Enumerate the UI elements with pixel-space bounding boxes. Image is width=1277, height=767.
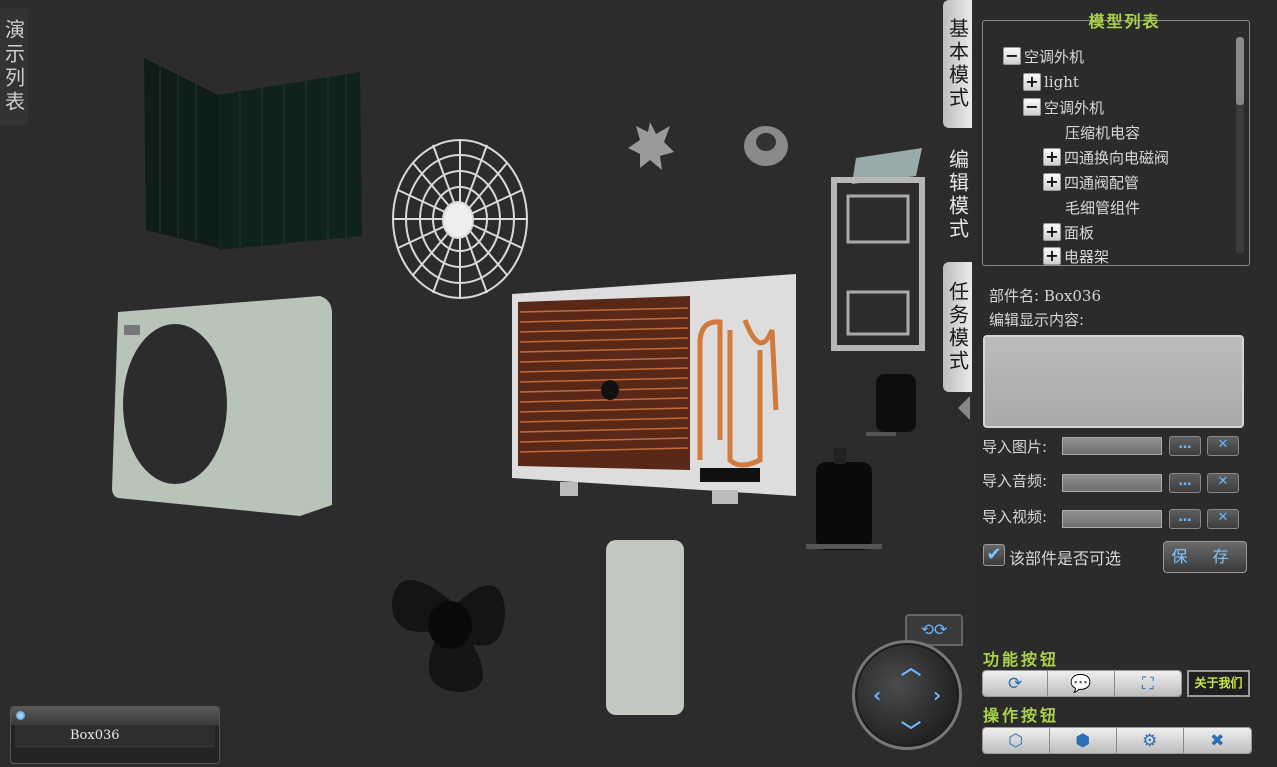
edit-content-label: 编辑显示内容: <box>989 311 1085 329</box>
tree-item-label: 毛细管组件 <box>1065 198 1141 217</box>
fin-panel-part <box>144 58 362 250</box>
part-name-caption: 部件名: <box>989 287 1040 305</box>
compressor-small-part <box>866 374 916 436</box>
edit-content-textarea[interactable] <box>983 335 1244 428</box>
front-panel-part <box>112 296 333 516</box>
import-audio-field[interactable] <box>1062 474 1162 492</box>
tree-item-label: 电器架 <box>1064 247 1110 266</box>
hide-part-icon[interactable]: ⚙ <box>1117 728 1184 753</box>
fan-blade-part <box>391 580 505 692</box>
tab-task-mode[interactable]: 任务模式 <box>943 262 973 392</box>
expand-icon[interactable]: + <box>1043 148 1061 166</box>
tree-item[interactable]: + 面板 <box>1043 221 1094 243</box>
tree-item-label: 空调外机 <box>1044 98 1105 117</box>
exploded-ac-model[interactable] <box>0 0 972 767</box>
tab-edit-mode[interactable]: 编辑模式 <box>943 130 973 260</box>
arrow-left-icon[interactable]: ‹ <box>873 683 881 707</box>
model-list-title: 模型列表 <box>1088 12 1161 31</box>
tab-edit-label: 编辑模式 <box>945 149 970 241</box>
edit-panel: − 空调外机 + light − 空调外机 压缩机电容 + 四通换向电磁阀 + … <box>972 0 1277 767</box>
tree-item-label: 压缩机电容 <box>1065 123 1141 142</box>
expand-icon[interactable]: + <box>1043 223 1061 241</box>
import-video-field[interactable] <box>1062 510 1162 528</box>
import-video-browse-button[interactable]: … <box>1169 509 1201 529</box>
tree-item[interactable]: − 空调外机 <box>1003 45 1084 67</box>
import-image-field[interactable] <box>1062 437 1162 455</box>
scrollbar-thumb[interactable] <box>1236 37 1244 105</box>
explode-icon[interactable]: ⬡ <box>983 728 1050 753</box>
ring-part <box>744 126 788 166</box>
import-audio-clear-button[interactable]: ✕ <box>1207 473 1239 493</box>
tree-item-label: 四通换向电磁阀 <box>1064 148 1170 167</box>
chat-icon[interactable]: 💬 <box>1048 671 1115 696</box>
arrow-down-icon[interactable]: ﹀ <box>901 715 921 744</box>
import-video-label: 导入视频: <box>982 508 1048 526</box>
tree-item-label: 面板 <box>1064 223 1095 242</box>
demo-list-label: 演示列表 <box>1 19 26 115</box>
tab-basic-mode[interactable]: 基本模式 <box>943 0 973 128</box>
tree-item-label: light <box>1044 73 1079 91</box>
reset-icon[interactable]: ✖ <box>1183 728 1251 753</box>
tree-item[interactable]: 毛细管组件 <box>1065 196 1140 218</box>
gear-part <box>628 122 674 170</box>
import-audio-label: 导入音频: <box>982 472 1048 490</box>
tree-item[interactable]: − 空调外机 <box>1023 96 1104 118</box>
tree-item[interactable]: + 电器架 <box>1043 245 1110 266</box>
compressor-large-part <box>806 448 882 550</box>
expand-icon[interactable]: + <box>1043 247 1061 265</box>
fan-grille-part <box>392 139 528 299</box>
tree-item[interactable]: + 四通阀配管 <box>1043 171 1139 193</box>
tree-item-label: 四通阀配管 <box>1064 173 1140 192</box>
side-plate-part <box>606 540 684 715</box>
about-us-button[interactable]: 关于我们 <box>1187 670 1250 697</box>
fullscreen-icon[interactable]: ⛶ <box>1114 671 1181 696</box>
tree-item-label: 空调外机 <box>1024 47 1085 66</box>
import-audio-browse-button[interactable]: … <box>1169 473 1201 493</box>
import-video-clear-button[interactable]: ✕ <box>1207 509 1239 529</box>
part-name-value: Box036 <box>1043 287 1101 305</box>
tab-basic-label: 基本模式 <box>945 18 970 110</box>
operation-buttons-title: 操作按钮 <box>983 706 1060 725</box>
frame-bracket-part <box>831 148 925 351</box>
selected-object-box[interactable]: Box036 <box>10 706 220 764</box>
function-buttons-title: 功能按钮 <box>983 650 1060 669</box>
operation-button-strip: ⬡ ⬢ ⚙ ✖ <box>982 727 1252 754</box>
demo-list-tab[interactable]: 演示列表 <box>0 8 28 126</box>
part-name-label: 部件名: Box036 <box>989 285 1101 306</box>
main-unit-part <box>512 274 796 504</box>
indicator-dot-icon <box>16 711 25 720</box>
selected-object-name[interactable]: Box036 <box>15 725 215 747</box>
tab-task-label: 任务模式 <box>945 281 970 373</box>
save-button[interactable]: 保 存 <box>1163 541 1247 573</box>
collapse-icon[interactable]: − <box>1003 47 1021 65</box>
selectable-checkbox[interactable]: ✔ <box>983 544 1005 566</box>
import-image-label: 导入图片: <box>982 438 1048 456</box>
arrow-right-icon[interactable]: › <box>933 683 941 707</box>
collapse-icon[interactable]: − <box>1023 98 1041 116</box>
navigation-pad[interactable]: ︿ ‹ › ﹀ <box>852 640 962 750</box>
selected-object-header <box>11 707 219 725</box>
expand-icon[interactable]: + <box>1023 73 1041 91</box>
function-button-strip: ⟳ 💬 ⛶ <box>982 670 1182 697</box>
refresh-icon[interactable]: ⟳ <box>983 671 1049 696</box>
model-tree[interactable]: − 空调外机 + light − 空调外机 压缩机电容 + 四通换向电磁阀 + … <box>982 20 1250 266</box>
arrow-up-icon[interactable]: ︿ <box>901 651 921 680</box>
3d-viewport[interactable]: 演示列表 Box036 ⟲⟳ ︿ ‹ › ﹀ <box>0 0 972 767</box>
import-image-clear-button[interactable]: ✕ <box>1207 436 1239 456</box>
expand-icon[interactable]: + <box>1043 173 1061 191</box>
assemble-icon[interactable]: ⬢ <box>1049 728 1117 753</box>
tree-item[interactable]: 压缩机电容 <box>1065 121 1140 143</box>
tree-scrollbar[interactable] <box>1236 37 1244 253</box>
tree-item[interactable]: + 四通换向电磁阀 <box>1043 146 1169 168</box>
selectable-label: 该部件是否可选 <box>1009 549 1122 568</box>
import-image-browse-button[interactable]: … <box>1169 436 1201 456</box>
tree-item[interactable]: + light <box>1023 71 1079 93</box>
